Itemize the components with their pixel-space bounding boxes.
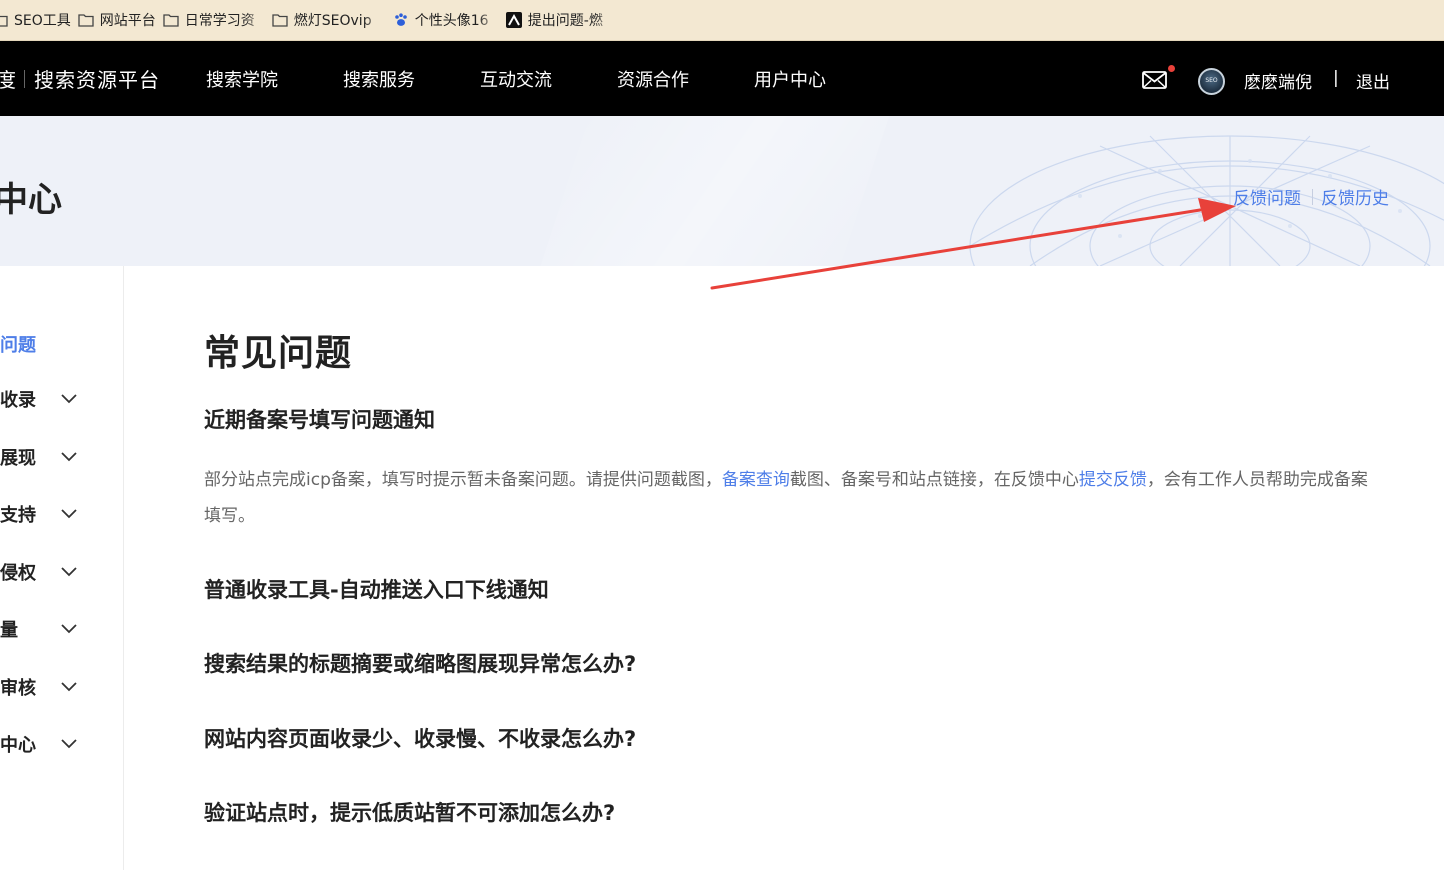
nav-item-user-center[interactable]: 用户中心	[754, 41, 826, 116]
avatar[interactable]: SEO	[1198, 68, 1225, 95]
baidu-paw-icon	[392, 12, 410, 28]
faq-answer-text: 部分站点完成icp备案，填写时提示暂未备案问题。请提供问题截图，	[204, 470, 722, 490]
chevron-down-icon	[61, 567, 77, 577]
brand-fragment: 度	[0, 68, 16, 92]
brand-name: 搜索资源平台	[34, 68, 160, 92]
bookmark-avatar-site[interactable]: 个性头像16	[392, 0, 499, 40]
brand-logo[interactable]: 度 搜索资源平台	[0, 41, 160, 116]
faq-question[interactable]: 验证站点时，提示低质站暂不可添加怎么办?	[204, 797, 615, 827]
sidebar-item-label: 中心	[0, 735, 36, 756]
bookmark-daily-study[interactable]: 日常学习资	[162, 0, 265, 40]
faq-answer-text: 截图、备案号和站点链接，在反馈中心	[789, 470, 1079, 490]
nav-item-academy[interactable]: 搜索学院	[206, 41, 278, 116]
sidebar-item-label: 问题	[0, 335, 36, 356]
feedback-divider	[1312, 189, 1313, 205]
faq-question[interactable]: 搜索结果的标题摘要或缩略图展现异常怎么办?	[204, 648, 636, 678]
sidebar-item-center[interactable]: 中心	[0, 724, 124, 764]
folder-icon	[77, 12, 95, 28]
sidebar-item-support[interactable]: 支持	[0, 494, 124, 534]
logout-link[interactable]: 退出	[1356, 68, 1390, 93]
faq-question[interactable]: 网站内容页面收录少、收录慢、不收录怎么办?	[204, 723, 636, 753]
chevron-down-icon	[61, 624, 77, 634]
bookmark-label: 网站平台	[99, 13, 156, 29]
nav-item-cooperation[interactable]: 资源合作	[617, 41, 689, 116]
feedback-link[interactable]: 反馈问题	[1233, 184, 1301, 209]
bookmarks-bar: SEO工具 网站平台 日常学习资 燃灯SEOvip 个性头像16 提出问题-燃	[0, 0, 1444, 41]
chevron-down-icon	[61, 682, 77, 692]
chevron-down-icon	[61, 452, 77, 462]
bookmark-site-platform[interactable]: 网站平台	[77, 0, 156, 40]
sidebar-item-display[interactable]: 展现	[0, 437, 124, 477]
folder-icon	[271, 12, 289, 28]
user-separator: |	[1333, 68, 1339, 88]
page-banner: 中心 反馈问题 反馈历史	[0, 116, 1444, 266]
sidebar-item-label: 侵权	[0, 563, 36, 584]
banner-decoration	[517, 116, 903, 266]
bookmark-label: 提出问题-燃	[527, 13, 603, 29]
sidebar-item-indexing[interactable]: 收录	[0, 379, 124, 419]
folder-icon	[162, 12, 180, 28]
bookmark-label: 燃灯SEOvip	[293, 13, 372, 29]
sidebar-item-label: 收录	[0, 390, 36, 411]
bookmark-label: 个性头像16	[414, 13, 489, 29]
top-navbar: 度 搜索资源平台 搜索学院 搜索服务 互动交流 资源合作 用户中心 SEO 麽麽…	[0, 41, 1444, 116]
faq-question[interactable]: 近期备案号填写问题通知	[204, 404, 435, 434]
bookmark-ask-question[interactable]: 提出问题-燃	[505, 0, 616, 40]
submit-feedback-link[interactable]: 提交反馈	[1079, 470, 1147, 490]
sidebar-item-label: 展现	[0, 448, 36, 469]
folder-icon	[0, 12, 9, 28]
faq-answer: 部分站点完成icp备案，填写时提示暂未备案问题。请提供问题截图，备案查询截图、备…	[204, 462, 1374, 534]
notification-dot	[1168, 65, 1175, 72]
avatar-text: SEO	[1205, 77, 1218, 84]
section-title: 常见问题	[204, 333, 353, 374]
bookmark-seo-tools[interactable]: SEO工具	[0, 0, 71, 40]
sidebar-item-label: 审核	[0, 678, 36, 699]
sidebar-item-infringement[interactable]: 侵权	[0, 552, 124, 592]
sidebar-item-review[interactable]: 审核	[0, 667, 124, 707]
feedback-history-link[interactable]: 反馈历史	[1321, 184, 1389, 209]
username[interactable]: 麽麽端倪	[1244, 68, 1312, 93]
chevron-down-icon	[61, 509, 77, 519]
page-title: 中心	[0, 180, 62, 220]
brand-divider	[24, 69, 25, 88]
sidebar-item-label: 量	[0, 620, 18, 641]
sidebar-item-label: 支持	[0, 505, 36, 526]
bookmark-label: SEO工具	[14, 13, 71, 29]
nav-item-services[interactable]: 搜索服务	[343, 41, 415, 116]
bookmark-label: 日常学习资	[184, 13, 255, 29]
faq-question[interactable]: 普通收录工具-自动推送入口下线通知	[204, 574, 549, 604]
sidebar: 问题 收录 展现 支持 侵权 量 审核 中心	[0, 266, 124, 870]
sidebar-item-faq[interactable]: 问题	[0, 324, 124, 364]
chevron-down-icon	[61, 394, 77, 404]
icp-lookup-link[interactable]: 备案查询	[722, 470, 790, 490]
site-favicon-icon	[505, 12, 523, 28]
bookmark-randeng-seo[interactable]: 燃灯SEOvip	[271, 0, 386, 40]
nav-item-community[interactable]: 互动交流	[480, 41, 552, 116]
sidebar-item-traffic[interactable]: 量	[0, 609, 124, 649]
mail-icon[interactable]	[1141, 69, 1169, 91]
chevron-down-icon	[61, 739, 77, 749]
